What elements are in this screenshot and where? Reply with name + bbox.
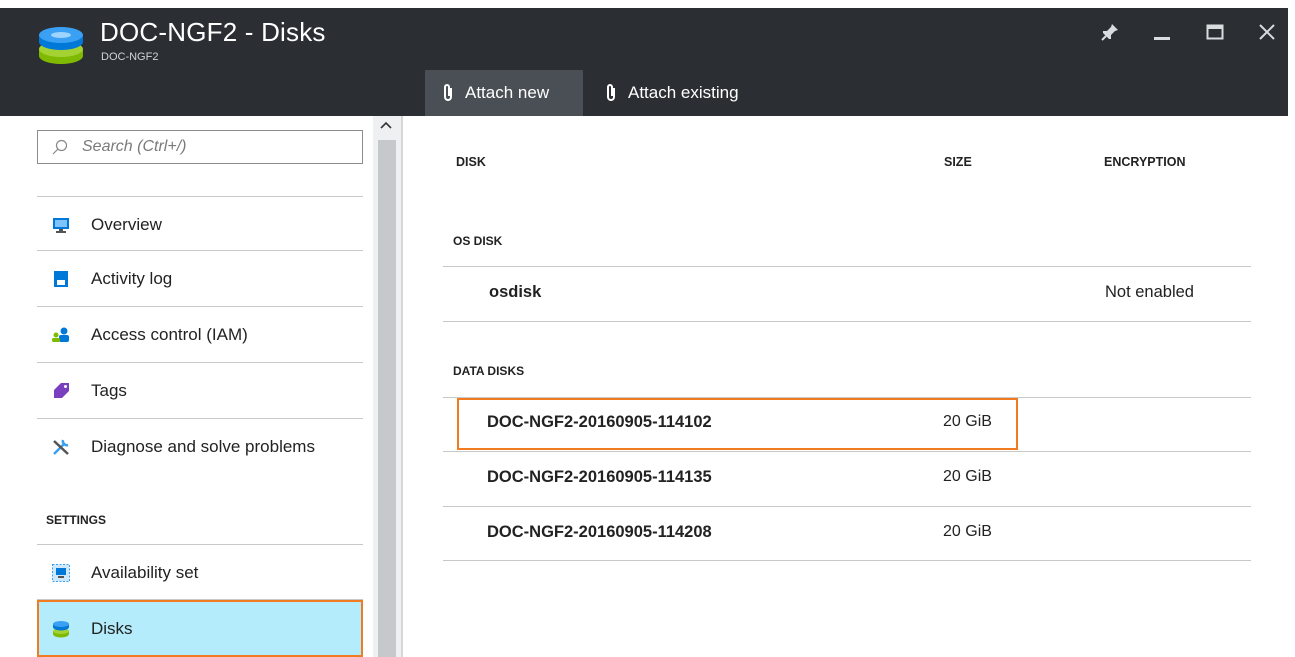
scroll-up-icon[interactable]	[380, 117, 392, 133]
settings-section-label: SETTINGS	[46, 513, 107, 527]
data-disks-group-label: DATA DISKS	[453, 364, 525, 378]
sidebar-scroll-thumb[interactable]	[378, 140, 396, 657]
page-subtitle: DOC-NGF2	[101, 51, 159, 63]
search-input[interactable]	[82, 138, 342, 156]
search-box[interactable]	[37, 130, 363, 164]
column-header-disk[interactable]: DISK	[456, 155, 486, 169]
tools-icon	[51, 437, 71, 457]
sidebar-item-availability-set[interactable]: Availability set	[37, 545, 363, 601]
sidebar-item-label: Diagnose and solve problems	[91, 437, 315, 456]
maximize-icon[interactable]	[1201, 18, 1229, 46]
attach-existing-label: Attach existing	[628, 83, 739, 102]
sidebar-item-label: Availability set	[91, 563, 199, 582]
page-title: DOC-NGF2 - Disks	[100, 17, 326, 47]
sidebar-item-diagnose[interactable]: Diagnose and solve problems	[37, 419, 363, 475]
attach-new-label: Attach new	[465, 83, 550, 102]
sidebar-item-label: Disks	[91, 618, 133, 638]
column-header-encryption[interactable]: ENCRYPTION	[1104, 155, 1186, 169]
pin-icon[interactable]	[1096, 18, 1124, 46]
os-disk-group-label: OS DISK	[453, 234, 503, 248]
paperclip-icon	[607, 84, 615, 101]
search-icon	[52, 139, 68, 155]
sidebar-item-label: Access control (IAM)	[91, 325, 248, 344]
disk-size: 20 GiB	[943, 523, 992, 540]
monitor-icon	[51, 215, 71, 235]
attach-existing-button[interactable]: Attach existing	[588, 70, 768, 116]
sidebar-item-access-control[interactable]: Access control (IAM)	[37, 307, 363, 363]
availability-icon	[51, 563, 71, 583]
sidebar-item-label: Activity log	[91, 269, 173, 288]
log-icon	[51, 269, 71, 289]
disks-icon	[51, 619, 71, 639]
disk-size: 20 GiB	[943, 468, 992, 485]
sidebar-item-activity-log[interactable]: Activity log	[37, 251, 363, 307]
paperclip-icon	[444, 84, 452, 101]
divider	[443, 560, 1251, 561]
column-header-size[interactable]: SIZE	[944, 155, 972, 169]
table-row[interactable]: osdisk Not enabled	[443, 267, 1251, 321]
disk-name: osdisk	[489, 283, 542, 301]
table-row[interactable]: DOC-NGF2-20160905-114135 20 GiB	[443, 452, 1251, 506]
tag-icon	[51, 381, 71, 401]
disk-name: DOC-NGF2-20160905-114208	[487, 523, 712, 541]
disk-encryption: Not enabled	[1105, 283, 1194, 301]
selected-disk-highlight	[457, 398, 1018, 450]
attach-new-button[interactable]: Attach new	[425, 70, 583, 116]
sidebar-item-label: Overview	[91, 215, 162, 234]
sidebar-item-overview[interactable]: Overview	[37, 197, 363, 253]
disks-icon	[39, 27, 83, 64]
table-row[interactable]: DOC-NGF2-20160905-114208 20 GiB	[443, 507, 1251, 561]
minimize-icon[interactable]	[1148, 18, 1176, 46]
close-icon[interactable]	[1253, 18, 1281, 46]
users-icon	[51, 325, 71, 345]
sidebar-item-label: Tags	[91, 381, 127, 400]
sidebar-item-tags[interactable]: Tags	[37, 363, 363, 419]
panel-divider	[401, 116, 403, 657]
sidebar-item-disks[interactable]: Disks	[37, 600, 363, 657]
disk-name: DOC-NGF2-20160905-114135	[487, 468, 712, 486]
divider	[443, 321, 1251, 322]
